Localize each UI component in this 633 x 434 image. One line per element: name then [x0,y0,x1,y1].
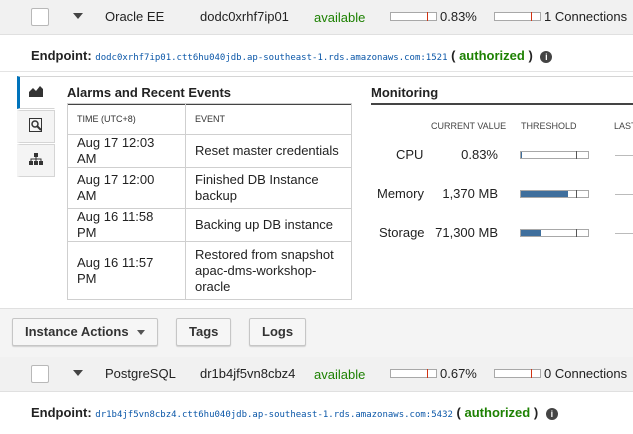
status-text: available [314,10,366,25]
tab-monitoring[interactable] [17,76,55,109]
col-last: LAST [614,121,633,131]
endpoint-line: Endpoint: dodc0xrhf7ip01.ctt6hu040jdb.ap… [31,48,553,63]
endpoint-label: Endpoint: [31,405,92,420]
connections-bar [494,12,541,21]
col-event: EVENT [185,103,352,135]
alarms-table: TIME (UTC+8) EVENT Aug 17 12:03 AM Reset… [67,103,352,300]
collapse-caret-icon[interactable] [73,370,83,376]
instance-actions-button[interactable]: Instance Actions [12,318,158,346]
instance-actions-label: Instance Actions [25,324,129,339]
monitoring-title: Monitoring [371,85,439,100]
endpoint-status: authorized [459,48,525,63]
connections-count: 1 Connections [544,9,628,24]
chevron-down-icon [136,330,145,336]
hierarchy-icon [29,152,43,168]
status-text: available [314,367,366,382]
sparkline [615,155,633,156]
event-text: Reset master credentials [185,134,352,168]
event-text: Backing up DB instance [185,208,352,242]
cpu-bar [390,12,437,21]
action-bar: Instance Actions Tags Logs [0,308,633,357]
cpu-bar [390,369,437,378]
row-checkbox[interactable] [31,365,49,383]
event-time: Aug 16 11:57 PM [67,241,186,300]
cpu-percent: 0.67% [440,366,477,381]
area-chart-icon [29,84,43,100]
connections-count: 0 Connections [544,366,628,381]
col-threshold: THRESHOLD [521,121,577,131]
table-row: Aug 17 12:03 AM Reset master credentials [67,134,352,168]
db-identifier: dodc0xrhf7ip01 [200,9,289,24]
sparkline [615,194,633,195]
row-checkbox[interactable] [31,8,49,26]
table-row: Aug 16 11:57 PM Restored from snapshot a… [67,241,352,300]
alarms-title: Alarms and Recent Events [67,85,232,100]
table-row: Aug 17 12:00 AM Finished DB Instance bac… [67,167,352,209]
threshold-bar [520,151,589,159]
metric-value: 1,370 MB [442,186,498,201]
side-tabs [17,76,55,178]
monitoring-divider [371,103,633,105]
table-row: Aug 16 11:58 PM Backing up DB instance [67,208,352,242]
tab-logs-search[interactable] [17,110,55,143]
instance-row[interactable]: PostgreSQL dr1b4jf5vn8cbz4 available 0.6… [0,357,633,392]
event-text: Finished DB Instance backup [185,167,352,209]
event-time: Aug 17 12:03 AM [67,134,186,168]
endpoint-label: Endpoint: [31,48,92,63]
threshold-bar [520,229,589,237]
search-document-icon [29,118,43,135]
endpoint-line: Endpoint: dr1b4jf5vn8cbz4.ctt6hu040jdb.a… [31,405,558,420]
col-time: TIME (UTC+8) [67,103,186,135]
logs-button[interactable]: Logs [249,318,307,346]
cpu-percent: 0.83% [440,9,477,24]
tags-button[interactable]: Tags [176,318,232,346]
event-time: Aug 17 12:00 AM [67,167,186,209]
sparkline [615,233,633,234]
connections-bar [494,369,541,378]
info-icon[interactable]: i [545,407,558,420]
col-current-value: CURRENT VALUE [431,121,507,131]
metric-value: 71,300 MB [435,225,498,240]
tab-configuration[interactable] [17,144,55,177]
endpoint-address[interactable]: dr1b4jf5vn8cbz4.ctt6hu040jdb.ap-southeas… [95,410,453,420]
info-icon[interactable]: i [540,50,553,63]
metric-value: 0.83% [461,147,498,162]
db-identifier: dr1b4jf5vn8cbz4 [200,366,296,381]
endpoint-address[interactable]: dodc0xrhf7ip01.ctt6hu040jdb.ap-southeast… [95,53,447,63]
endpoint-status: authorized [464,405,531,420]
event-time: Aug 16 11:58 PM [67,208,186,242]
engine-name: PostgreSQL [105,366,176,381]
event-text: Restored from snapshot apac-dms-workshop… [185,241,352,300]
threshold-bar [520,190,589,198]
collapse-caret-icon[interactable] [73,13,83,19]
instance-row[interactable]: Oracle EE dodc0xrhf7ip01 available 0.83%… [0,0,633,35]
engine-name: Oracle EE [105,9,165,24]
